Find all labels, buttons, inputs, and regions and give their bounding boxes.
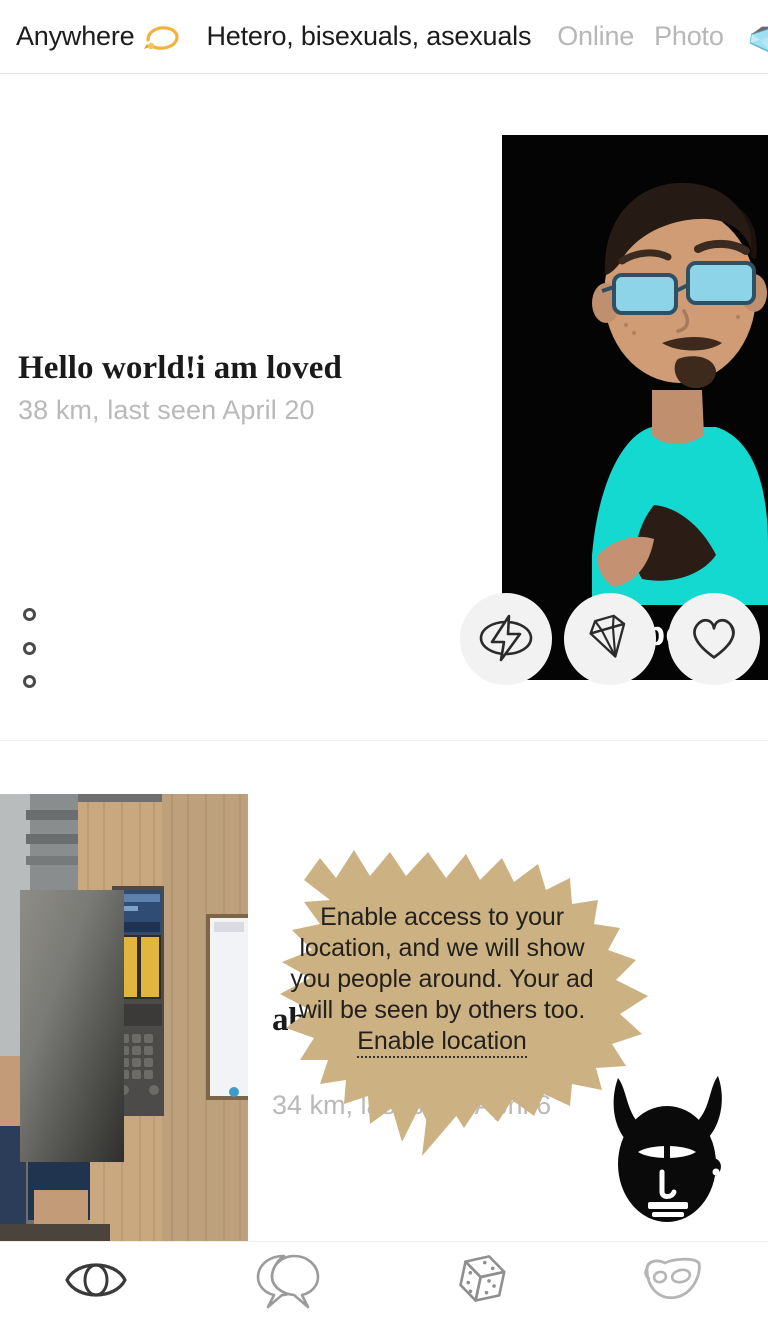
profile-meta: 38 km, last seen April 20: [18, 395, 315, 425]
more-dot: [22, 675, 36, 688]
more-dot: [22, 608, 36, 621]
tooltip-text-part1: Enable access to your location, and we w…: [290, 903, 585, 993]
chat-bubbles-icon: [250, 1250, 326, 1315]
nav-browse[interactable]: [0, 1242, 192, 1324]
filter-anywhere-label: Anywhere: [16, 21, 135, 51]
flash-button[interactable]: [460, 593, 552, 685]
filter-orientation[interactable]: Hetero, bisexuals, asexuals: [206, 21, 531, 52]
mask-icon: [637, 1253, 707, 1312]
filter-bar: Anywhere Hetero, bisexuals, asexuals Onl…: [0, 0, 768, 74]
location-permission-tooltip[interactable]: Enable access to your location, and we w…: [258, 838, 654, 1168]
lightning-bolt-icon: [476, 608, 536, 671]
vending-machine-photo: [0, 794, 248, 1242]
enable-location-link[interactable]: Enable location: [357, 1027, 527, 1058]
profile-photo-2[interactable]: [0, 794, 248, 1242]
filter-online-label: Online: [557, 21, 635, 51]
heart-icon: [685, 609, 743, 670]
filter-photo-label: Photo: [654, 21, 724, 51]
more-dot: [22, 641, 36, 655]
filter-orientation-label: Hetero, bisexuals, asexuals: [206, 21, 532, 51]
filter-anywhere[interactable]: Anywhere: [16, 21, 180, 52]
tooltip-text: Enable access to your location, and we w…: [284, 902, 600, 1058]
nav-dice[interactable]: [384, 1242, 576, 1324]
dice-icon: [448, 1249, 512, 1316]
more-vertical-icon[interactable]: [18, 608, 40, 688]
nav-masks[interactable]: [576, 1242, 768, 1324]
profile-title: Hello world!i am loved: [18, 350, 342, 386]
gift-button[interactable]: [564, 593, 656, 685]
lasso-icon: [142, 24, 180, 54]
filter-photo[interactable]: Photo: [654, 21, 724, 52]
like-button[interactable]: [668, 593, 760, 685]
diamond-icon: [581, 609, 639, 670]
bottom-navigation: [0, 1241, 768, 1323]
gem-icon[interactable]: [744, 20, 768, 58]
filter-online[interactable]: Online: [557, 21, 634, 52]
eye-icon: [61, 1252, 131, 1313]
profile-card-1[interactable]: I'm be Hello world!i am loved 38 km, las…: [0, 75, 768, 741]
card-actions: [460, 593, 760, 685]
nav-chats[interactable]: [192, 1242, 384, 1324]
